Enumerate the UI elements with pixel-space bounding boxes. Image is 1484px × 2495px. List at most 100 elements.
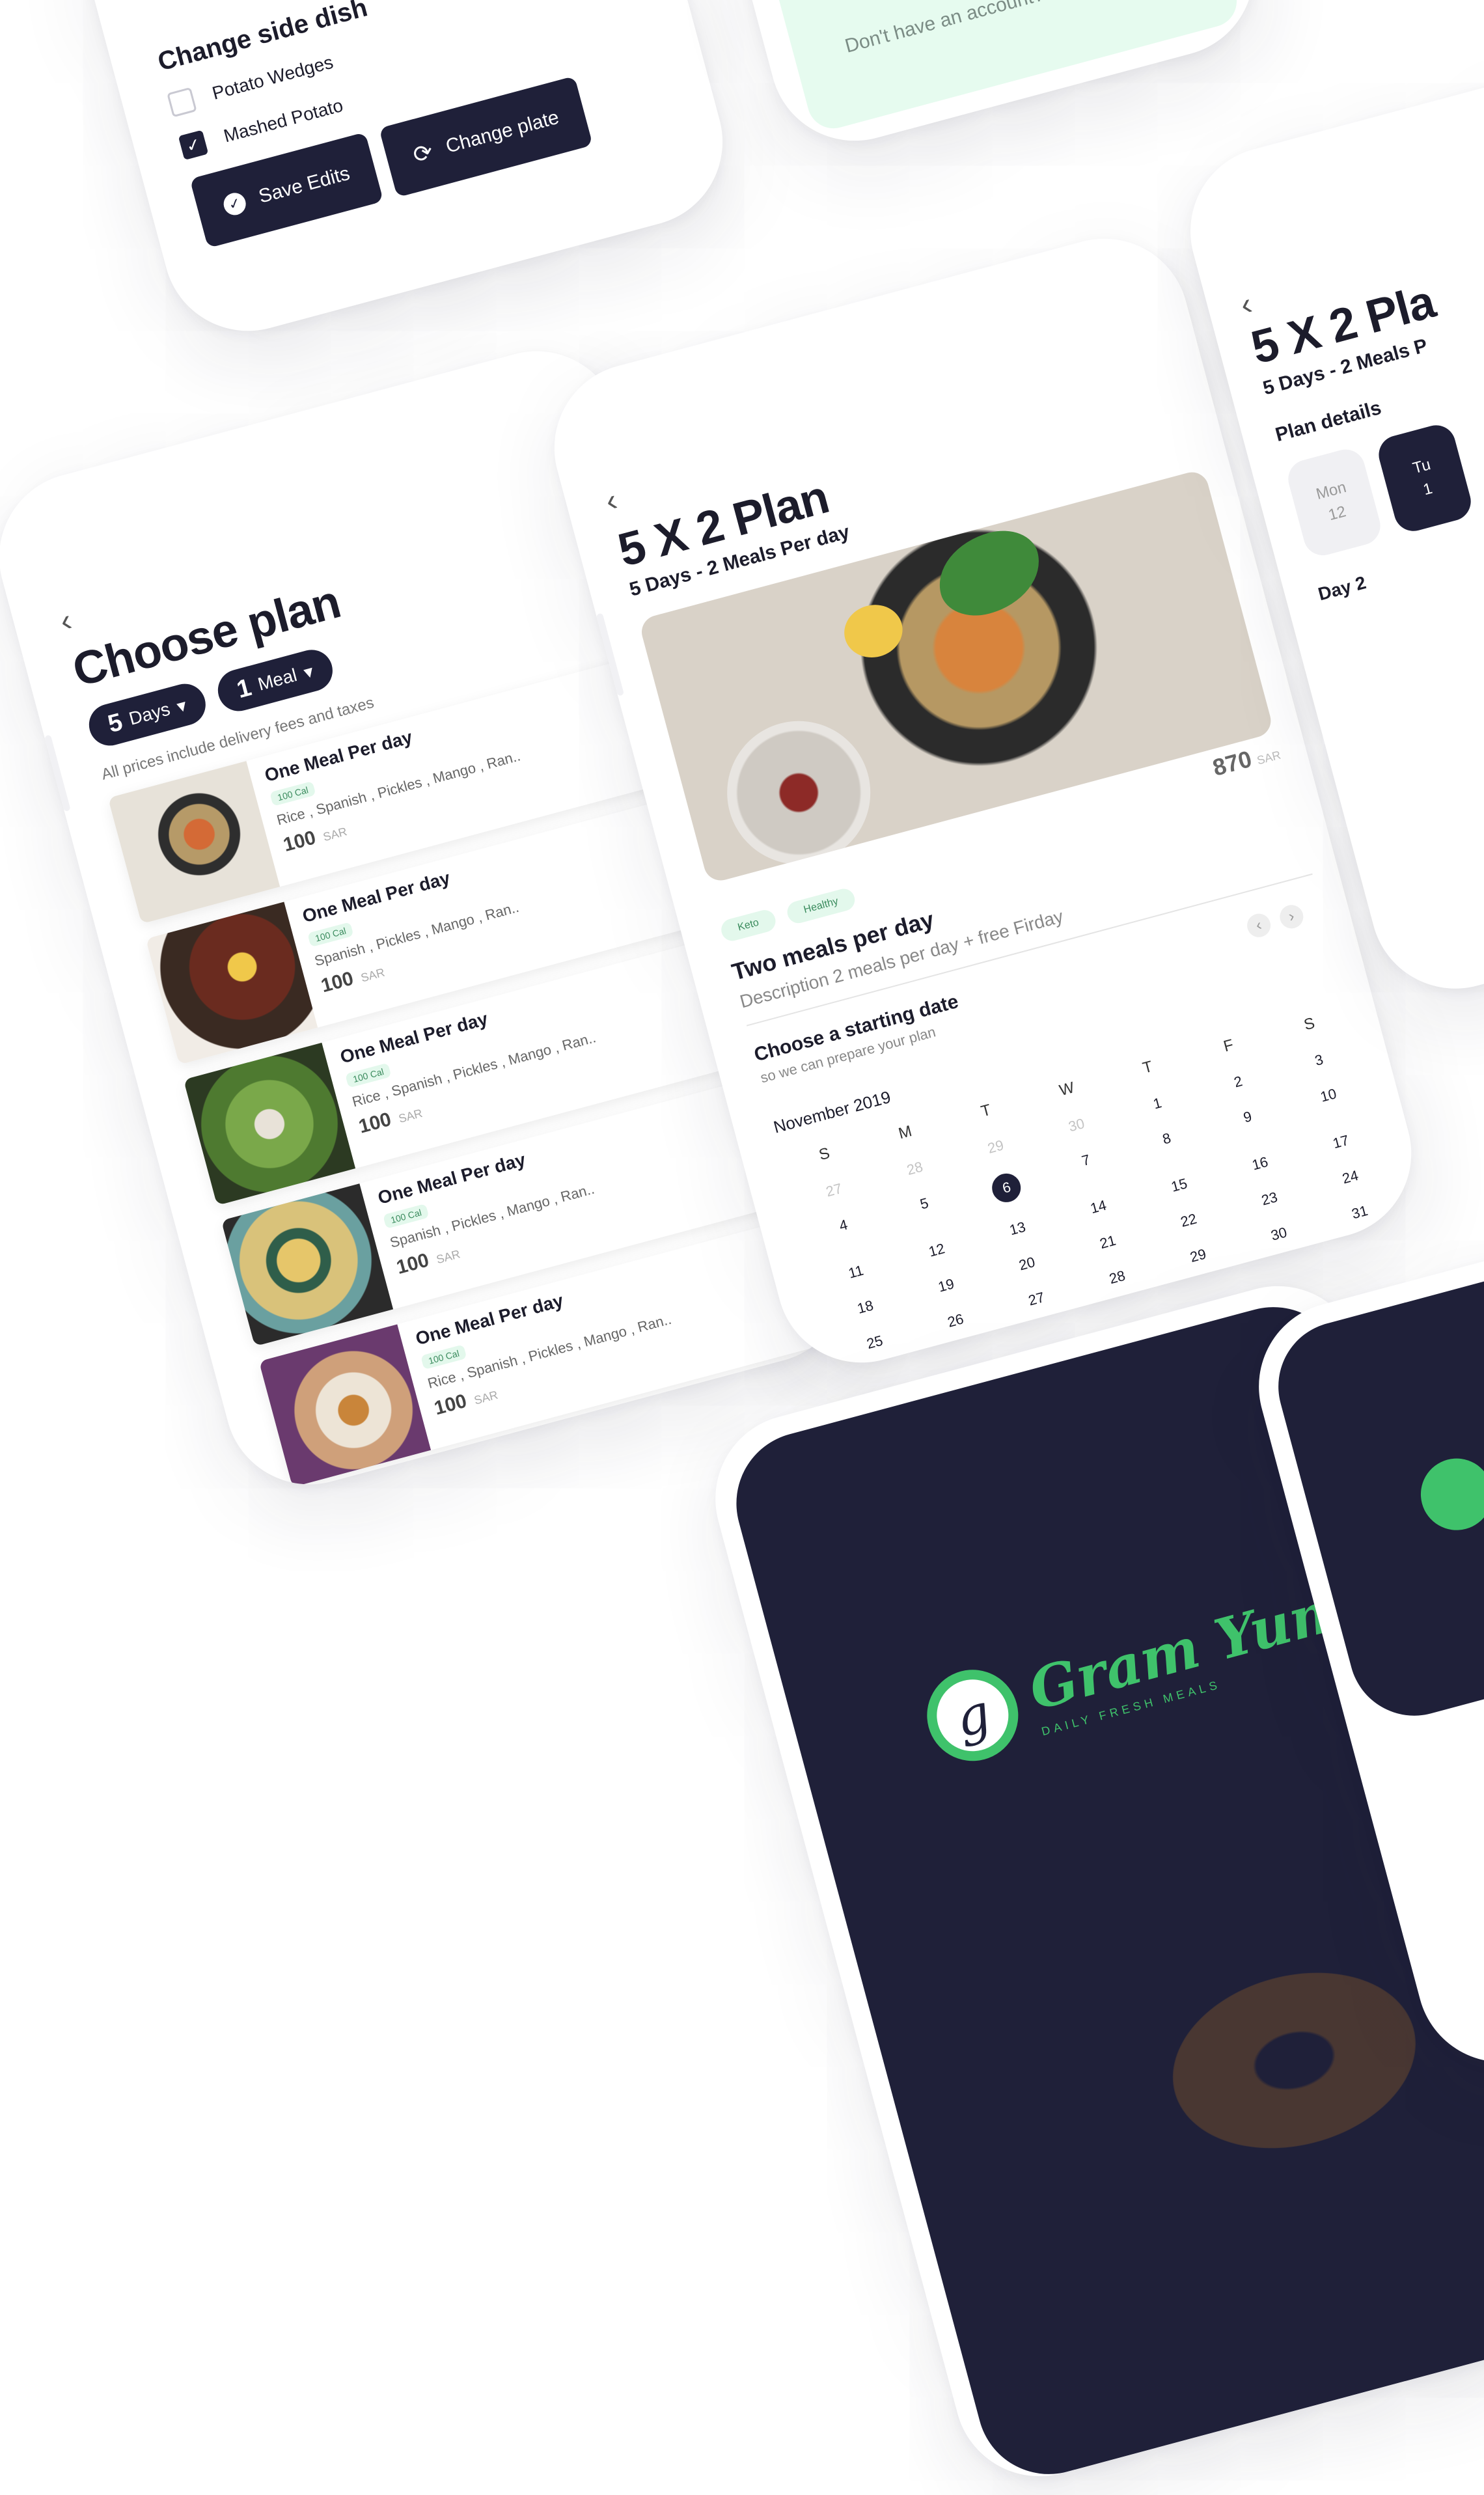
day-number: 11 bbox=[846, 1261, 866, 1282]
day-number: 6 bbox=[989, 1170, 1024, 1206]
day-number: 25 bbox=[864, 1332, 885, 1353]
price-currency: SAR bbox=[1255, 748, 1282, 767]
day-number: 7 bbox=[1080, 1151, 1092, 1169]
lettuce-leaf bbox=[929, 521, 1050, 625]
lemon-slice bbox=[838, 598, 909, 664]
calorie-badge: 100 Cal bbox=[269, 780, 316, 806]
calendar-day[interactable]: 2 bbox=[1196, 1063, 1281, 1101]
calendar-day[interactable]: 30 bbox=[1237, 1215, 1322, 1253]
day-number: 1 bbox=[1151, 1094, 1164, 1112]
calendar-day[interactable]: 10 bbox=[1286, 1077, 1375, 1126]
calendar-day[interactable]: 26 bbox=[913, 1302, 998, 1340]
caret-down-icon: ▾ bbox=[301, 660, 316, 683]
calendar-day[interactable]: 12 bbox=[894, 1232, 980, 1269]
side-option-label: Mashed Potato bbox=[221, 94, 346, 146]
price-value: 100 bbox=[394, 1249, 432, 1279]
day-number: 17 bbox=[1330, 1131, 1351, 1152]
calendar-day[interactable]: 15 bbox=[1136, 1166, 1222, 1204]
day-number: 30 bbox=[1269, 1224, 1289, 1244]
bagel-image bbox=[1153, 1946, 1436, 2175]
calendar-day[interactable]: 18 bbox=[823, 1288, 908, 1326]
weekday-label: S bbox=[817, 1144, 832, 1165]
calendar-day-selected[interactable]: 6 bbox=[963, 1163, 1051, 1213]
day-chip-tue[interactable]: Tu 1 bbox=[1374, 420, 1476, 536]
logo-badge-icon bbox=[1412, 1450, 1484, 1539]
meal-label: Meal bbox=[255, 665, 299, 695]
day-chip-mon[interactable]: Mon 12 bbox=[1284, 445, 1385, 560]
price-value: 100 bbox=[318, 967, 356, 997]
checkbox-potato-wedges[interactable] bbox=[167, 87, 197, 118]
check-icon: ✓ bbox=[184, 133, 203, 156]
days-value: 5 bbox=[105, 708, 126, 738]
weekday-label: M bbox=[896, 1122, 914, 1143]
calendar-day[interactable]: 11 bbox=[814, 1253, 899, 1291]
calendar-day[interactable]: 27 bbox=[994, 1280, 1079, 1318]
calendar-day[interactable]: 9 bbox=[1205, 1098, 1293, 1148]
day-number: 16 bbox=[1250, 1153, 1270, 1174]
meal-value: 1 bbox=[234, 673, 254, 704]
calendar-day[interactable]: 29 bbox=[1155, 1237, 1241, 1275]
price-value: 100 bbox=[356, 1108, 394, 1138]
day-number: 3 bbox=[1313, 1051, 1325, 1069]
price-currency: SAR bbox=[322, 825, 349, 844]
calendar-day[interactable]: 8 bbox=[1124, 1120, 1213, 1169]
calendar-day[interactable]: 17 bbox=[1298, 1123, 1384, 1161]
day-number: 26 bbox=[946, 1310, 966, 1330]
calendar-day[interactable]: 3 bbox=[1276, 1041, 1362, 1079]
day-number: 8 bbox=[1161, 1129, 1173, 1148]
calendar-day[interactable]: 24 bbox=[1308, 1158, 1393, 1196]
day-number: 10 bbox=[1318, 1085, 1338, 1105]
weekday-label: T bbox=[979, 1101, 993, 1121]
price-currency: SAR bbox=[359, 965, 387, 985]
refresh-icon: ⟳ bbox=[409, 137, 436, 169]
calendar-day[interactable]: 23 bbox=[1227, 1180, 1312, 1218]
day-number: 27 bbox=[824, 1179, 844, 1200]
day-number: 27 bbox=[1026, 1289, 1047, 1309]
calendar-day: 30 bbox=[1034, 1107, 1120, 1144]
caret-down-icon: ▾ bbox=[174, 695, 189, 717]
calendar-day[interactable]: 5 bbox=[882, 1185, 970, 1234]
calendar-day[interactable]: 21 bbox=[1065, 1223, 1151, 1261]
save-edits-label: Save Edits bbox=[256, 162, 352, 208]
calendar-day[interactable]: 16 bbox=[1218, 1145, 1303, 1183]
day-number: 29 bbox=[985, 1137, 1006, 1157]
badge-letter: g bbox=[928, 1671, 1017, 1759]
calendar-day[interactable]: 31 bbox=[1317, 1193, 1403, 1231]
logo-badge-icon: g bbox=[916, 1659, 1029, 1771]
calendar-day[interactable]: 14 bbox=[1056, 1188, 1141, 1226]
calendar-day[interactable]: 22 bbox=[1146, 1202, 1231, 1239]
side-dish-panel: Change side dish Potato Wedges ✓ Mashed … bbox=[155, 0, 686, 249]
day-number: 15 bbox=[1169, 1175, 1189, 1195]
day-number: 14 bbox=[1088, 1196, 1108, 1217]
checkbox-mashed-potato[interactable]: ✓ bbox=[178, 130, 209, 161]
day-number: 12 bbox=[927, 1240, 947, 1260]
calendar-day[interactable]: 7 bbox=[1043, 1142, 1132, 1191]
tag-keto: Keto bbox=[719, 907, 778, 944]
calendar-day[interactable]: 19 bbox=[903, 1267, 989, 1304]
day-number: 2 bbox=[1232, 1073, 1244, 1091]
day-number: 12 bbox=[1326, 503, 1348, 525]
day-number: 19 bbox=[936, 1275, 956, 1295]
day-number: 29 bbox=[1188, 1245, 1208, 1265]
calendar-day[interactable]: 4 bbox=[801, 1206, 889, 1256]
signup-footer bbox=[767, 0, 1243, 135]
calendar-day[interactable]: 25 bbox=[832, 1323, 918, 1361]
price-currency: SAR bbox=[435, 1247, 462, 1267]
calendar-day[interactable]: 28 bbox=[1075, 1258, 1160, 1296]
day-number: 1 bbox=[1421, 479, 1435, 499]
day-number: 23 bbox=[1259, 1189, 1280, 1209]
days-label: Days bbox=[126, 698, 172, 729]
day-number: 24 bbox=[1340, 1166, 1360, 1187]
day-number: 21 bbox=[1097, 1232, 1118, 1252]
day-number: 20 bbox=[1017, 1253, 1037, 1274]
price-currency: SAR bbox=[473, 1388, 500, 1407]
calendar-day[interactable]: 20 bbox=[984, 1245, 1069, 1282]
day-name: Tu bbox=[1410, 456, 1433, 478]
weekday-label: S bbox=[1302, 1014, 1317, 1034]
day-number: 30 bbox=[1066, 1115, 1086, 1135]
calendar-day[interactable]: 1 bbox=[1115, 1084, 1200, 1122]
calendar-day[interactable]: 13 bbox=[975, 1209, 1060, 1247]
day-number: 22 bbox=[1179, 1210, 1199, 1230]
signup-phone: Don't have an account? Si bbox=[666, 0, 1273, 160]
calendar-day: 27 bbox=[791, 1171, 877, 1209]
